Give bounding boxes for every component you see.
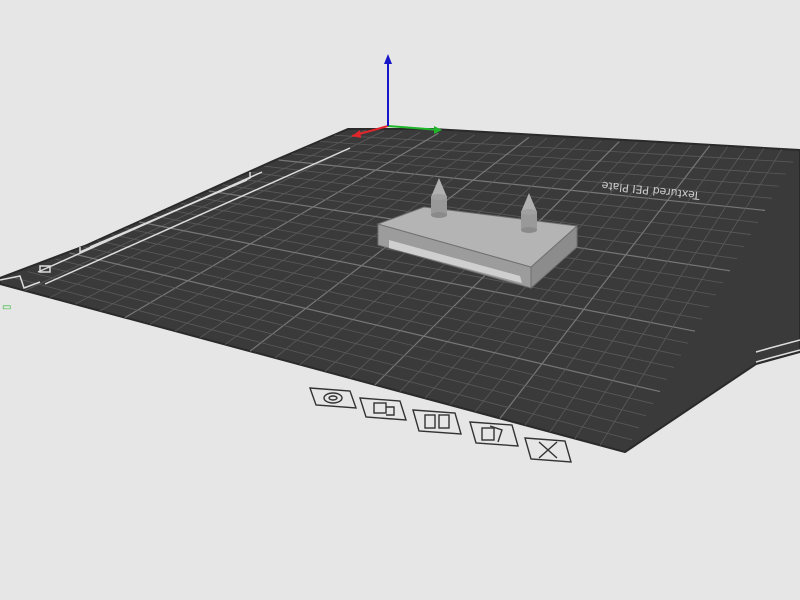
plate-index-marker: ▭ (2, 302, 11, 313)
arrange-icon[interactable] (359, 397, 407, 421)
settings-icon[interactable] (469, 421, 519, 447)
z-axis-arrow-icon (384, 54, 392, 64)
delete-plate-icon[interactable] (524, 437, 572, 463)
orient-icon[interactable] (308, 387, 358, 409)
slice-plate-icon[interactable] (412, 409, 462, 435)
scene: Textured PEI Plate ▭ (0, 54, 800, 463)
3d-viewport[interactable]: Textured PEI Plate ▭ (0, 0, 800, 600)
origin-axes (351, 54, 442, 138)
